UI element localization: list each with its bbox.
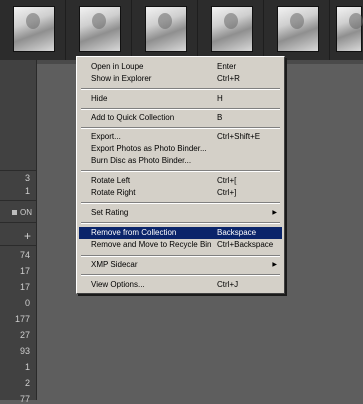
menu-item-label: Hide xyxy=(91,94,108,103)
menu-item-export-photo-binder[interactable]: Export Photos as Photo Binder... xyxy=(79,143,282,155)
menu-item-shortcut: Backspace xyxy=(217,228,257,237)
menu-item-label: Show in Explorer xyxy=(91,74,152,83)
menu-item-shortcut: Ctrl+] xyxy=(217,188,237,197)
collection-count: 93 xyxy=(19,346,30,356)
menu-separator xyxy=(81,274,280,276)
divider xyxy=(0,222,36,223)
menu-item-xmp-sidecar[interactable]: XMP Sidecar ▶ xyxy=(79,259,282,271)
menu-item-open-in-loupe[interactable]: Open in Loupe Enter xyxy=(79,61,282,73)
filter-toggle-label: ON xyxy=(20,208,32,217)
collection-count: 17 xyxy=(19,282,30,292)
menu-item-view-options[interactable]: View Options... Ctrl+J xyxy=(79,279,282,291)
menu-item-rotate-right[interactable]: Rotate Right Ctrl+] xyxy=(79,187,282,199)
menu-item-label: View Options... xyxy=(91,280,145,289)
menu-item-label: Burn Disc as Photo Binder... xyxy=(91,156,192,165)
menu-item-label: Remove from Collection xyxy=(91,228,177,237)
photo-thumbnail xyxy=(336,6,363,52)
menu-separator xyxy=(81,127,280,129)
filmstrip-thumbnail[interactable] xyxy=(0,0,66,60)
menu-separator xyxy=(81,255,280,257)
menu-item-label: Export Photos as Photo Binder... xyxy=(91,144,207,153)
menu-separator xyxy=(81,202,280,204)
filmstrip-thumbnail[interactable] xyxy=(264,0,330,60)
menu-item-shortcut: H xyxy=(217,94,223,103)
menu-item-burn-disc[interactable]: Burn Disc as Photo Binder... xyxy=(79,155,282,167)
menu-item-shortcut: Ctrl+Backspace xyxy=(217,240,274,249)
menu-item-set-rating[interactable]: Set Rating ▶ xyxy=(79,207,282,219)
filter-toggle[interactable]: ON xyxy=(12,208,32,217)
menu-item-shortcut: Ctrl+R xyxy=(217,74,240,83)
menu-item-rotate-left[interactable]: Rotate Left Ctrl+[ xyxy=(79,175,282,187)
collection-count: 17 xyxy=(19,266,30,276)
menu-item-show-in-explorer[interactable]: Show in Explorer Ctrl+R xyxy=(79,73,282,85)
collection-count: 27 xyxy=(19,330,30,340)
menu-item-hide[interactable]: Hide H xyxy=(79,93,282,105)
toggle-icon xyxy=(12,210,17,216)
divider xyxy=(0,170,36,171)
menu-item-label: Export... xyxy=(91,132,121,141)
menu-item-remove-from-collection[interactable]: Remove from Collection Backspace xyxy=(79,227,282,239)
collection-count: 74 xyxy=(19,250,30,260)
filmstrip-thumbnail[interactable] xyxy=(198,0,264,60)
menu-item-shortcut: Enter xyxy=(217,62,237,71)
photo-thumbnail xyxy=(211,6,253,52)
collection-count: 3 xyxy=(24,173,30,183)
menu-item-label: Rotate Left xyxy=(91,176,131,185)
menu-item-label: Remove and Move to Recycle Bin xyxy=(91,240,212,249)
divider xyxy=(0,200,36,201)
photo-thumbnail xyxy=(79,6,121,52)
menu-item-label: XMP Sidecar xyxy=(91,260,138,269)
divider xyxy=(0,245,36,246)
menu-item-remove-to-recycle-bin[interactable]: Remove and Move to Recycle Bin Ctrl+Back… xyxy=(79,239,282,251)
filmstrip-thumbnail[interactable] xyxy=(330,0,363,60)
menu-item-label: Add to Quick Collection xyxy=(91,113,175,122)
menu-item-label: Set Rating xyxy=(91,208,129,217)
menu-item-shortcut: Ctrl+J xyxy=(217,280,239,289)
menu-separator xyxy=(81,108,280,110)
collection-count: 0 xyxy=(24,298,30,308)
collection-count: 1 xyxy=(24,362,30,372)
menu-item-label: Open in Loupe xyxy=(91,62,144,71)
menu-item-add-to-quick-collection[interactable]: Add to Quick Collection B xyxy=(79,112,282,124)
add-collection-button[interactable]: + xyxy=(24,229,31,243)
filmstrip-thumbnail[interactable] xyxy=(132,0,198,60)
menu-separator xyxy=(81,222,280,224)
collection-count: 77 xyxy=(19,394,30,404)
photo-thumbnail xyxy=(145,6,187,52)
menu-separator xyxy=(81,88,280,90)
photo-thumbnail xyxy=(277,6,319,52)
photo-thumbnail xyxy=(13,6,55,52)
context-menu: Open in Loupe Enter Show in Explorer Ctr… xyxy=(76,56,285,294)
menu-item-shortcut: B xyxy=(217,113,223,122)
menu-item-shortcut: Ctrl+Shift+E xyxy=(217,132,261,141)
menu-item-label: Rotate Right xyxy=(91,188,136,197)
menu-item-shortcut: Ctrl+[ xyxy=(217,176,237,185)
left-panel: 3 1 ON + 74 17 17 0 177 27 93 1 2 77 xyxy=(0,60,37,404)
submenu-arrow-icon: ▶ xyxy=(272,262,277,268)
filmstrip-thumbnail[interactable] xyxy=(66,0,132,60)
collection-count: 2 xyxy=(24,378,30,388)
menu-separator xyxy=(81,170,280,172)
menu-item-export[interactable]: Export... Ctrl+Shift+E xyxy=(79,131,282,143)
collection-count: 177 xyxy=(14,314,30,324)
filmstrip xyxy=(0,0,363,60)
collection-count: 1 xyxy=(24,186,30,196)
submenu-arrow-icon: ▶ xyxy=(272,210,277,216)
